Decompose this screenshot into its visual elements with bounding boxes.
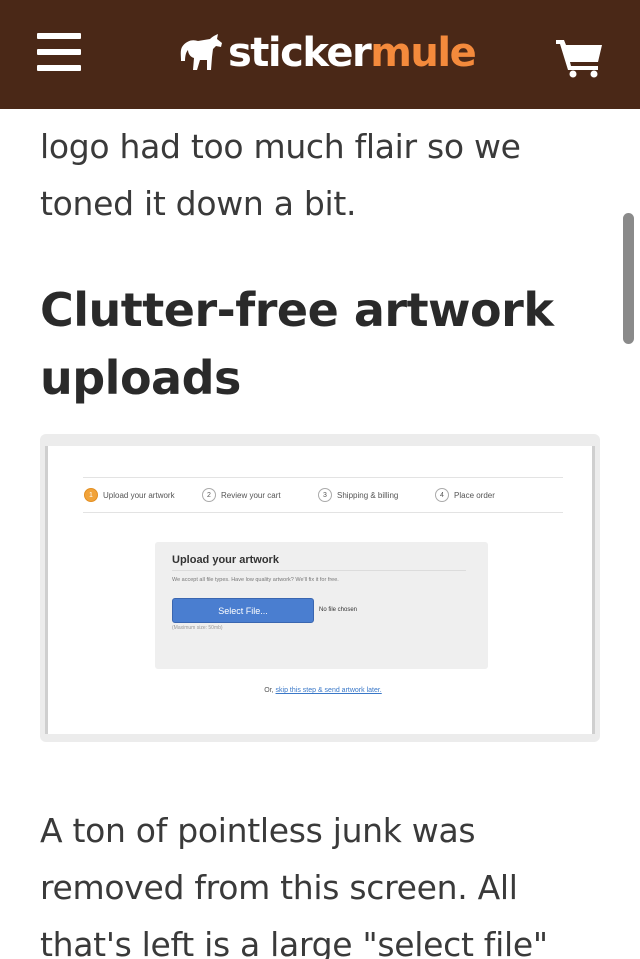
skip-prefix: Or,	[264, 687, 274, 694]
checkout-step-place-order: 4 Place order	[435, 487, 495, 503]
upload-panel-title: Upload your artwork	[172, 554, 279, 566]
logo-word-sticker: sticker	[228, 30, 372, 76]
screenshot-frame: 1 Upload your artwork 2 Review your cart…	[45, 446, 595, 734]
skip-step-link[interactable]: skip this step & send artwork later.	[276, 687, 382, 694]
article-paragraph: A ton of pointless junk was removed from…	[40, 811, 548, 959]
step-number: 4	[435, 488, 449, 502]
upload-artwork-panel: Upload your artwork We accept all file t…	[155, 542, 488, 669]
step-number: 2	[202, 488, 216, 502]
checkout-step-review: 2 Review your cart	[202, 487, 281, 503]
shopping-cart-icon[interactable]	[556, 38, 604, 78]
divider	[83, 512, 563, 513]
step-number: 3	[318, 488, 332, 502]
max-size-note: (Maximum size: 50mb)	[172, 625, 223, 631]
stickermule-logo[interactable]: stickermule	[180, 28, 477, 78]
article-paragraph: logo had too much flair so we toned it d…	[40, 127, 521, 223]
section-heading: Clutter-free artwork uploads	[40, 283, 554, 405]
vertical-scrollbar[interactable]	[623, 213, 634, 344]
divider	[172, 570, 466, 571]
upload-panel-description: We accept all file types. Have low quali…	[172, 577, 339, 583]
menu-bar	[37, 33, 81, 39]
checkout-step-shipping: 3 Shipping & billing	[318, 487, 398, 503]
logo-word-mule: mule	[370, 30, 477, 76]
step-number: 1	[84, 488, 98, 502]
mule-logo-icon	[180, 34, 222, 70]
hamburger-menu-icon[interactable]	[37, 33, 81, 73]
no-file-chosen-label: No file chosen	[319, 607, 358, 613]
checkout-step-upload: 1 Upload your artwork	[84, 487, 175, 503]
logo-wordmark: stickermule	[228, 28, 477, 78]
menu-bar	[37, 49, 81, 55]
step-label: Place order	[454, 490, 495, 500]
step-label: Review your cart	[221, 490, 281, 500]
menu-bar	[37, 65, 81, 71]
select-file-button[interactable]: Select File...	[172, 598, 314, 623]
upload-screen-screenshot: 1 Upload your artwork 2 Review your cart…	[40, 434, 600, 742]
skip-step-line: Or, skip this step & send artwork later.	[48, 687, 598, 694]
step-label: Shipping & billing	[337, 490, 399, 500]
step-label: Upload your artwork	[103, 490, 175, 500]
divider	[83, 477, 563, 478]
top-navigation-bar: stickermule	[0, 0, 640, 109]
